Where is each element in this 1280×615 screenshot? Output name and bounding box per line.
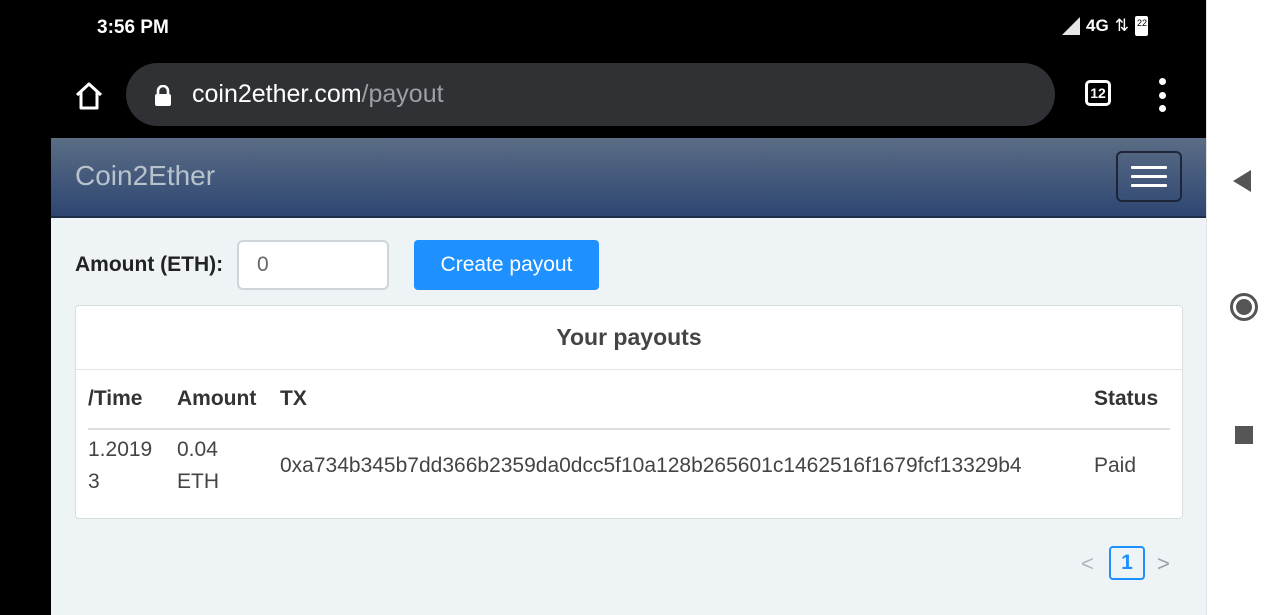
home-icon bbox=[75, 82, 103, 110]
web-page: Coin2Ether Amount (ETH): Create payout Y… bbox=[51, 138, 1206, 615]
pagination-page-1[interactable]: 1 bbox=[1109, 546, 1145, 580]
cell-amount-line1: 0.04 bbox=[177, 438, 218, 461]
status-bar: 3:56 PM 4G ⇅ 22 bbox=[0, 0, 1206, 55]
recent-apps-icon[interactable] bbox=[1235, 426, 1253, 444]
signal-icon bbox=[1062, 17, 1080, 35]
site-brand[interactable]: Coin2Ether bbox=[75, 160, 215, 192]
lock-icon bbox=[155, 85, 171, 106]
home-button[interactable] bbox=[70, 77, 108, 115]
system-navigation-bar bbox=[1206, 0, 1280, 615]
pagination: < 1 > bbox=[1077, 546, 1170, 582]
network-type: 4G bbox=[1086, 16, 1109, 35]
column-header-datetime: /Time bbox=[88, 387, 143, 410]
cell-amount-line2: ETH bbox=[177, 470, 219, 493]
address-bar[interactable]: coin2ether.com/payout bbox=[126, 63, 1055, 126]
data-activity-icon: ⇅ bbox=[1114, 16, 1129, 35]
url-text: coin2ether.com/payout bbox=[192, 80, 444, 109]
create-payout-button[interactable]: Create payout bbox=[414, 240, 599, 290]
cell-date-line1: 1.2019 bbox=[88, 438, 153, 461]
back-icon[interactable] bbox=[1233, 170, 1251, 192]
overflow-menu-button[interactable] bbox=[1152, 78, 1172, 112]
table-header: /Time Amount TX Status bbox=[88, 370, 1170, 430]
cell-status: Paid bbox=[1094, 454, 1137, 477]
battery-icon: 22 bbox=[1134, 16, 1148, 36]
amount-label: Amount (ETH): bbox=[75, 253, 224, 276]
navbar-toggle-button[interactable] bbox=[1116, 151, 1182, 202]
cell-date-line2: 3 bbox=[88, 470, 100, 493]
tab-switcher-button[interactable]: 12 bbox=[1085, 80, 1111, 106]
column-header-status: Status bbox=[1094, 387, 1159, 410]
payouts-title: Your payouts bbox=[76, 306, 1182, 370]
payouts-card: Your payouts /Time Amount TX Status 1.20… bbox=[75, 305, 1183, 519]
site-navbar: Coin2Ether bbox=[51, 138, 1206, 218]
amount-input[interactable] bbox=[237, 240, 389, 290]
table-row: 1.2019 3 0.04 ETH 0xa734b345b7dd366b2359… bbox=[88, 430, 1170, 518]
url-path: /payout bbox=[361, 80, 444, 108]
status-time: 3:56 PM bbox=[97, 17, 169, 38]
home-circle-icon[interactable] bbox=[1230, 293, 1258, 321]
pagination-next-button[interactable]: > bbox=[1157, 551, 1170, 577]
pagination-prev-button[interactable]: < bbox=[1081, 551, 1094, 577]
status-icons: 4G ⇅ 22 bbox=[1062, 16, 1148, 36]
browser-toolbar: coin2ether.com/payout 12 bbox=[0, 55, 1206, 138]
column-header-tx: TX bbox=[280, 387, 307, 410]
payout-form: Amount (ETH): Create payout bbox=[75, 240, 599, 290]
left-edge bbox=[0, 138, 51, 615]
url-domain: coin2ether.com bbox=[192, 80, 362, 108]
cell-tx: 0xa734b345b7dd366b2359da0dcc5f10a128b265… bbox=[280, 454, 1022, 477]
column-header-amount: Amount bbox=[177, 387, 257, 410]
